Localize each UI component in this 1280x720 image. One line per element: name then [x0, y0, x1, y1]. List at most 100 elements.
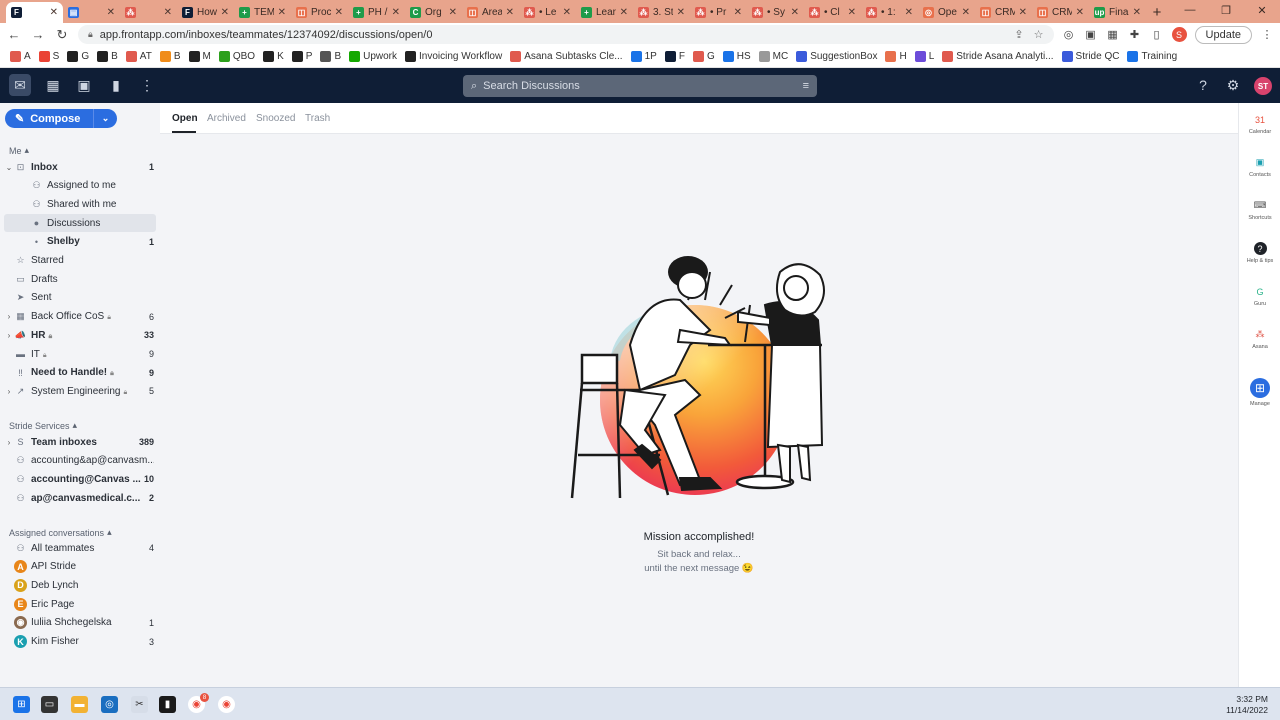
bookmark-item[interactable]: Stride QC [1061, 51, 1119, 62]
bookmark-item[interactable]: G [692, 51, 715, 62]
bookmark-item[interactable]: Invoicing Workflow [405, 51, 502, 62]
compose-main[interactable]: ✎ Compose [5, 109, 93, 128]
bookmark-item[interactable]: L [914, 51, 934, 62]
tab-close-icon[interactable]: ✕ [449, 7, 457, 18]
system-clock[interactable]: 3:32 PM 11/14/2022 [1226, 694, 1268, 716]
expand-caret-icon[interactable]: › [4, 438, 14, 447]
contacts-nav-icon[interactable]: ▣ [75, 76, 93, 94]
rail-calendar[interactable]: 31 Calendar [1239, 113, 1280, 136]
expand-caret-icon[interactable]: › [4, 312, 14, 321]
expand-caret-icon[interactable]: › [4, 387, 14, 396]
bookmark-item[interactable]: A [10, 51, 31, 62]
browser-tab[interactable]: ◫ CRM ✕ [975, 2, 1032, 23]
tab-close-icon[interactable]: ✕ [791, 7, 799, 18]
expand-caret-icon[interactable]: › [4, 331, 14, 340]
sidebar-item-kim-fisher[interactable]: K Kim Fisher 3 [4, 633, 156, 651]
sidebar-item-deb-lynch[interactable]: D Deb Lynch [4, 576, 156, 594]
tab-trash[interactable]: Trash [305, 113, 330, 124]
side-panel-icon[interactable]: ▯ [1150, 28, 1164, 42]
share-icon[interactable]: ⇪ [1014, 28, 1023, 41]
sidebar-item-shelby[interactable]: • Shelby 1 [4, 233, 156, 251]
browser-tab[interactable]: F ✕ [6, 2, 63, 23]
kebab-menu-icon[interactable]: ⋮ [1260, 28, 1274, 42]
calendar-nav-icon[interactable]: ▦ [44, 76, 62, 94]
compose-button[interactable]: ✎ Compose ⌄ [5, 109, 117, 128]
sidebar-item-accounting-ap-canvasm[interactable]: ⚇ accounting&ap@canvasm... [4, 452, 156, 470]
sidebar-item-iuliia-shchegelska[interactable]: ◉ Iuliia Shchegelska 1 [4, 614, 156, 632]
bookmark-item[interactable]: B [159, 51, 181, 62]
bookmark-item[interactable]: Upwork [349, 51, 397, 62]
bookmark-item[interactable]: M [188, 51, 211, 62]
tab-snoozed[interactable]: Snoozed [256, 113, 295, 124]
sidebar-item-inbox[interactable]: ⌄ ⊡ Inbox 1 [4, 158, 156, 176]
bookmark-item[interactable]: Training [1127, 51, 1177, 62]
tab-close-icon[interactable]: ✕ [677, 7, 685, 18]
compose-dropdown-chevron-icon[interactable]: ⌄ [93, 109, 117, 128]
sidebar-item-accounting-canvas[interactable]: ⚇ accounting@Canvas ... 10 [4, 470, 156, 488]
section-header-assigned[interactable]: Assigned conversations ▴ [9, 527, 112, 538]
sidebar-item-all-teammates[interactable]: ⚇ All teammates 4 [4, 539, 156, 557]
rail-guru[interactable]: G Guru [1239, 285, 1280, 308]
sidebar-item-api-stride[interactable]: A API Stride [4, 558, 156, 576]
rail-contacts[interactable]: ▣ Contacts [1239, 156, 1280, 178]
section-header-stride[interactable]: Stride Services ▴ [9, 420, 77, 431]
browser-tab[interactable]: ⁂ 3. St ✕ [633, 2, 690, 23]
tab-close-icon[interactable]: ✕ [1019, 7, 1027, 18]
browser-tab[interactable]: ◫ Area ✕ [462, 2, 519, 23]
extensions-puzzle-icon[interactable]: ✚ [1128, 28, 1142, 42]
update-button[interactable]: Update [1194, 25, 1252, 44]
sidebar-item-it[interactable]: ▬ IT 🔒︎ 9 [4, 345, 156, 363]
browser-tab[interactable]: ⁂ • 1: ✕ [861, 2, 918, 23]
extension-g-icon[interactable]: ◎ [1062, 28, 1076, 42]
sidebar-item-sent[interactable]: ➤ Sent [4, 289, 156, 307]
tab-close-icon[interactable]: ✕ [164, 7, 172, 18]
minimize-icon[interactable]: — [1172, 0, 1208, 20]
help-icon[interactable]: ? [1194, 76, 1212, 94]
close-window-icon[interactable]: ✕ [1244, 0, 1280, 20]
tab-close-icon[interactable]: ✕ [1133, 7, 1141, 18]
bookmark-item[interactable]: Asana Subtasks Cle... [510, 51, 623, 62]
tab-close-icon[interactable]: ✕ [848, 7, 856, 18]
browser-tab[interactable]: ⁂ • Sy ✕ [747, 2, 804, 23]
browser-tab[interactable]: + TEM ✕ [234, 2, 291, 23]
sidebar-item-eric-page[interactable]: E Eric Page [4, 595, 156, 613]
browser-tab[interactable]: ▤ ✕ [63, 2, 120, 23]
sidebar-item-shared-with-me[interactable]: ⚇ Shared with me [4, 195, 156, 213]
bookmark-item[interactable]: MC [758, 51, 788, 62]
snipping-tool-icon[interactable]: ✂ [131, 696, 148, 713]
sidebar-item-drafts[interactable]: ▭ Drafts [4, 270, 156, 288]
tab-close-icon[interactable]: ✕ [734, 7, 742, 18]
tab-close-icon[interactable]: ✕ [335, 7, 343, 18]
sidebar-item-back-office-cos[interactable]: › ▦ Back Office CoS 🔒︎ 6 [4, 308, 156, 326]
browser-tab[interactable]: F How ✕ [177, 2, 234, 23]
tab-archived[interactable]: Archived [207, 113, 246, 124]
sidebar-item-discussions[interactable]: ● Discussions [4, 214, 156, 233]
tab-close-icon[interactable]: ✕ [563, 7, 571, 18]
browser-tab[interactable]: ◫ CRM ✕ [1032, 2, 1089, 23]
tab-close-icon[interactable]: ✕ [962, 7, 970, 18]
terminal-icon[interactable]: ▮ [159, 696, 176, 713]
rail-help-tips[interactable]: ? Help & tips [1239, 242, 1280, 264]
bookmark-item[interactable]: SuggestionBox [796, 51, 877, 62]
browser-tab[interactable]: + PH / ✕ [348, 2, 405, 23]
tab-open[interactable]: Open [172, 113, 198, 124]
search-input[interactable]: ⌕ Search Discussions ≡ [463, 75, 817, 97]
restore-icon[interactable]: ❐ [1208, 0, 1244, 20]
browser-tab[interactable]: up Fina ✕ [1089, 2, 1146, 23]
extension-tab-icon[interactable]: ▣ [1084, 28, 1098, 42]
bookmark-item[interactable]: B [320, 51, 341, 62]
back-icon[interactable]: ← [6, 27, 22, 43]
bookmark-item[interactable]: K [263, 51, 284, 62]
bookmark-item[interactable]: HS [722, 51, 751, 62]
tab-close-icon[interactable]: ✕ [620, 7, 628, 18]
bookmark-item[interactable]: QBO [218, 51, 255, 62]
bookmark-item[interactable]: F [664, 51, 685, 62]
browser-tab[interactable]: ⁂ • Pr ✕ [690, 2, 747, 23]
sidebar-item-need-to-handle[interactable]: ‼ Need to Handle! 🔒︎ 9 [4, 364, 156, 382]
chrome-active-icon[interactable]: ◉ [218, 696, 235, 713]
sidebar-item-assigned-to-me[interactable]: ⚇ Assigned to me [4, 177, 156, 195]
bookmark-item[interactable]: H [885, 51, 907, 62]
rail-asana[interactable]: ⁂ Asana [1239, 328, 1280, 350]
forward-icon[interactable]: → [30, 27, 46, 43]
more-nav-icon[interactable]: ⋮ [138, 76, 156, 94]
